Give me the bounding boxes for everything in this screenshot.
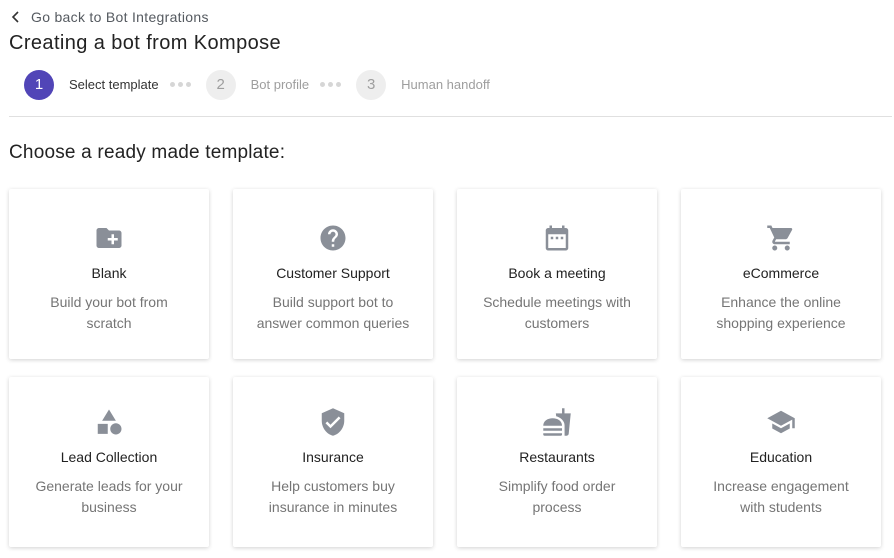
template-title: Education xyxy=(749,449,813,465)
template-description: Generate leads for your business xyxy=(35,478,183,515)
cart-icon xyxy=(766,223,796,253)
step-number: 1 xyxy=(24,69,54,100)
folder-plus-icon xyxy=(94,223,124,253)
page-title: Creating a bot from Kompose xyxy=(9,32,282,54)
template-card-blank[interactable]: Blank Build your bot from scratch xyxy=(9,189,209,359)
template-card-restaurants[interactable]: Restaurants Simplify food order process xyxy=(457,377,657,547)
graduation-cap-icon xyxy=(766,407,796,437)
template-description: Build your bot from scratch xyxy=(50,294,168,331)
template-description: Increase engagement with students xyxy=(713,478,849,515)
step-separator xyxy=(320,82,344,87)
fastfood-icon xyxy=(542,407,572,437)
template-title: Customer Support xyxy=(276,265,390,281)
help-circle-icon xyxy=(318,223,348,253)
template-card-education[interactable]: Education Increase engagement with studen… xyxy=(681,377,881,547)
template-card-insurance[interactable]: Insurance Help customers buy insurance in… xyxy=(233,377,433,547)
step-number: 2 xyxy=(205,69,236,100)
step-separator xyxy=(169,82,194,87)
template-description: Help customers buy insurance in minutes xyxy=(268,478,398,515)
template-title: Restaurants xyxy=(519,449,595,465)
divider xyxy=(9,116,892,117)
step-label: Select template xyxy=(69,77,159,92)
template-grid: Blank Build your bot from scratch Custome… xyxy=(9,189,889,547)
template-card-lead-collection[interactable]: Lead Collection Generate leads for your b… xyxy=(9,377,209,547)
template-title: eCommerce xyxy=(742,265,820,281)
template-description: Simplify food order process xyxy=(498,478,616,515)
template-card-book-a-meeting[interactable]: Book a meeting Schedule meetings with cus… xyxy=(457,189,657,359)
back-link-label: Go back to Bot Integrations xyxy=(31,9,209,25)
calendar-icon xyxy=(542,223,572,253)
step-bot-profile[interactable]: 2 Bot profile xyxy=(205,69,310,100)
step-number: 3 xyxy=(356,69,387,100)
template-description: Enhance the online shopping experience xyxy=(716,294,846,331)
template-description: Build support bot to answer common querie… xyxy=(256,294,410,331)
template-title: Blank xyxy=(91,265,127,281)
step-human-handoff[interactable]: 3 Human handoff xyxy=(356,69,490,100)
shapes-icon xyxy=(94,407,124,437)
step-select-template[interactable]: 1 Select template xyxy=(24,69,159,100)
template-card-customer-support[interactable]: Customer Support Build support bot to ans… xyxy=(233,189,433,359)
step-label: Human handoff xyxy=(401,77,490,92)
back-link[interactable]: Go back to Bot Integrations xyxy=(9,8,209,26)
chevron-left-icon xyxy=(11,11,19,23)
template-title: Book a meeting xyxy=(508,265,606,281)
template-card-ecommerce[interactable]: eCommerce Enhance the online shopping exp… xyxy=(681,189,881,359)
template-title: Insurance xyxy=(302,449,364,465)
shield-check-icon xyxy=(318,407,348,437)
template-title: Lead Collection xyxy=(60,449,158,465)
stepper: 1 Select template 2 Bot profile 3 Human … xyxy=(24,69,490,100)
step-label: Bot profile xyxy=(250,77,310,92)
template-description: Schedule meetings with customers xyxy=(483,294,631,331)
section-title: Choose a ready made template: xyxy=(9,142,286,163)
